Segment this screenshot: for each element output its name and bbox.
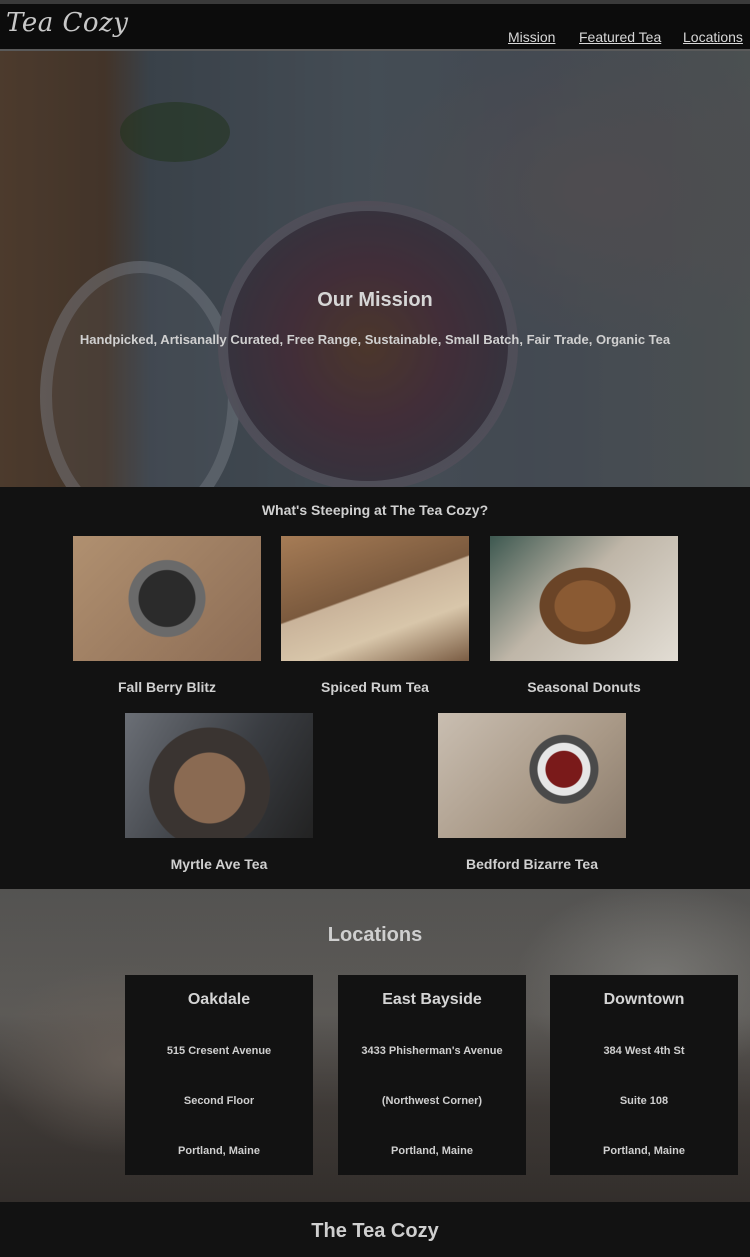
nav-link-featured-tea[interactable]: Featured Tea <box>579 29 661 45</box>
site-footer: The Tea Cozy <box>0 1202 750 1257</box>
tea-image-seasonal-donuts <box>490 536 678 661</box>
nav-link-locations[interactable]: Locations <box>683 29 743 45</box>
location-address-line1: 515 Cresent Avenue <box>166 1045 272 1057</box>
tea-card-spiced-rum-tea[interactable]: Spiced Rum Tea <box>281 536 469 695</box>
location-address-line2: (Northwest Corner) <box>381 1095 483 1107</box>
featured-heading: What's Steeping at The Tea Cozy? <box>261 502 489 518</box>
hero-overlay <box>0 51 750 487</box>
location-address-line3: Portland, Maine <box>391 1145 473 1157</box>
location-name: Oakdale <box>187 991 251 1008</box>
location-card-east-bayside: East Bayside 3433 Phisherman's Avenue (N… <box>338 975 526 1175</box>
location-address-line2: Suite 108 <box>619 1095 669 1107</box>
footer-title: The Tea Cozy <box>311 1220 439 1242</box>
mission-hero: Our Mission Handpicked, Artisanally Cura… <box>0 51 750 487</box>
tea-card-seasonal-donuts[interactable]: Seasonal Donuts <box>490 536 678 695</box>
locations-heading: Locations <box>327 924 423 946</box>
location-address-line1: 3433 Phisherman's Avenue <box>361 1045 503 1057</box>
tea-image-bedford-bizarre-tea <box>438 713 626 838</box>
location-address-line1: 384 West 4th St <box>603 1045 685 1057</box>
locations-section: Locations Oakdale 515 Cresent Avenue Sec… <box>0 889 750 1202</box>
location-name: East Bayside <box>382 991 482 1008</box>
tea-name: Spiced Rum Tea <box>321 679 429 695</box>
location-card-oakdale: Oakdale 515 Cresent Avenue Second Floor … <box>125 975 313 1175</box>
location-address-line2: Second Floor <box>183 1095 255 1107</box>
tea-name: Myrtle Ave Tea <box>170 856 268 872</box>
site-header: Tea Cozy Mission Featured Tea Locations <box>0 4 750 51</box>
tea-image-fall-berry-blitz <box>73 536 261 661</box>
location-address-line3: Portland, Maine <box>603 1145 685 1157</box>
nav-link-mission[interactable]: Mission <box>508 29 555 45</box>
tea-name: Bedford Bizarre Tea <box>466 856 598 872</box>
tea-name: Seasonal Donuts <box>527 679 641 695</box>
tea-image-spiced-rum-tea <box>281 536 469 661</box>
location-address-line3: Portland, Maine <box>178 1145 260 1157</box>
tea-name: Fall Berry Blitz <box>117 679 217 695</box>
location-card-downtown: Downtown 384 West 4th St Suite 108 Portl… <box>550 975 738 1175</box>
tea-image-myrtle-ave-tea <box>125 713 313 838</box>
logo[interactable]: Tea Cozy <box>6 8 128 38</box>
tea-card-bedford-bizarre-tea[interactable]: Bedford Bizarre Tea <box>438 713 626 872</box>
mission-title: Our Mission <box>317 289 433 311</box>
location-name: Downtown <box>603 991 685 1008</box>
tea-card-myrtle-ave-tea[interactable]: Myrtle Ave Tea <box>125 713 313 872</box>
mission-tagline: Handpicked, Artisanally Curated, Free Ra… <box>79 332 671 347</box>
featured-tea-section: What's Steeping at The Tea Cozy? Fall Be… <box>0 487 750 889</box>
tea-card-fall-berry-blitz[interactable]: Fall Berry Blitz <box>73 536 261 695</box>
